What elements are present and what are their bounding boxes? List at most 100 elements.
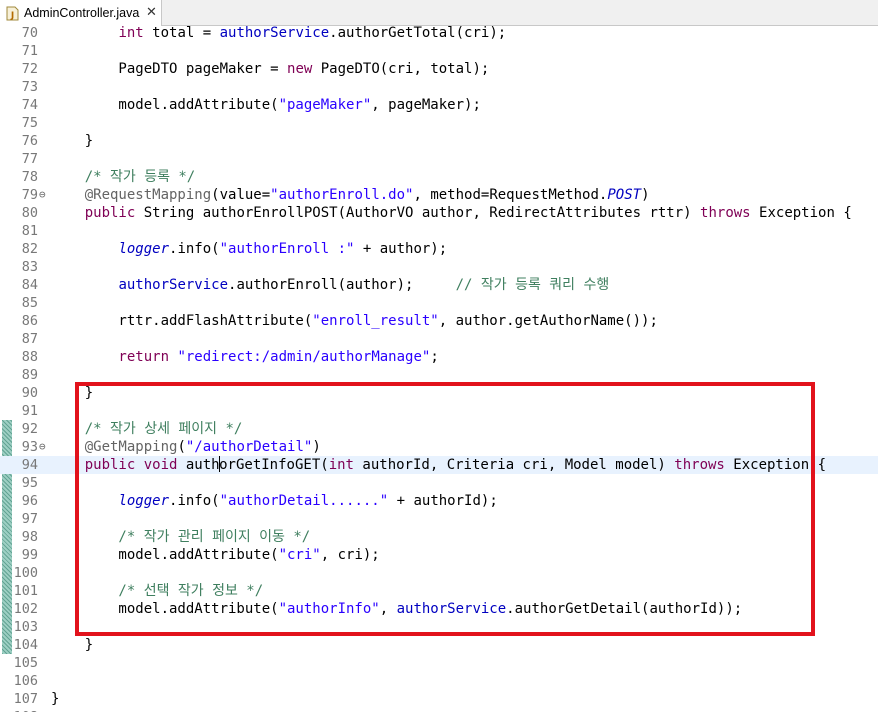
code-text[interactable]: PageDTO pageMaker = new PageDTO(cri, tot… (51, 60, 489, 78)
code-line-72[interactable]: 72 PageDTO pageMaker = new PageDTO(cri, … (0, 60, 878, 78)
code-text[interactable]: /* 작가 관리 페이지 이동 */ (51, 528, 310, 546)
code-line-101[interactable]: 101 /* 선택 작가 정보 */ (0, 582, 878, 600)
code-line-77[interactable]: 77 (0, 150, 878, 168)
code-text[interactable]: logger.info("authorDetail......" + autho… (51, 492, 497, 510)
code-token: int (328, 457, 354, 473)
code-text[interactable]: return "redirect:/admin/authorManage"; (51, 348, 439, 366)
code-token: "authorDetail......" (219, 493, 389, 509)
code-text[interactable]: } (51, 690, 59, 708)
code-line-100[interactable]: 100 (0, 564, 878, 582)
code-text[interactable]: model.addAttribute("authorInfo", authorS… (51, 600, 742, 618)
code-text[interactable]: public String authorEnrollPOST(AuthorVO … (51, 204, 852, 222)
code-text[interactable]: /* 작가 상세 페이지 */ (51, 420, 243, 438)
code-line-104[interactable]: 104 } (0, 636, 878, 654)
code-line-74[interactable]: 74 model.addAttribute("pageMaker", pageM… (0, 96, 878, 114)
close-tab-icon[interactable]: ✕ (146, 5, 157, 19)
code-line-94[interactable]: 94 public void authorGetInfoGET(int auth… (0, 456, 878, 474)
code-line-102[interactable]: 102 model.addAttribute("authorInfo", aut… (0, 600, 878, 618)
code-line-71[interactable]: 71 (0, 42, 878, 60)
code-editor[interactable]: 70 int total = authorService.authorGetTo… (0, 26, 878, 712)
code-line-99[interactable]: 99 model.addAttribute("cri", cri); (0, 546, 878, 564)
line-number: 73 (21, 79, 38, 95)
code-text[interactable]: rttr.addFlashAttribute("enroll_result", … (51, 312, 658, 330)
code-token: ) (641, 187, 650, 203)
code-token: PageDTO(cri, total); (312, 61, 490, 77)
code-text[interactable]: authorService.authorEnroll(author); // 작… (51, 276, 609, 294)
line-number: 70 (21, 26, 38, 41)
code-token: , author.getAuthorName()); (438, 313, 658, 329)
code-token: Exception { (750, 205, 852, 221)
code-token: } (51, 637, 94, 653)
line-number: 102 (13, 601, 38, 617)
code-text[interactable]: logger.info("authorEnroll :" + author); (51, 240, 447, 258)
code-text[interactable]: /* 선택 작가 정보 */ (51, 582, 263, 600)
code-token: model.addAttribute( (51, 601, 279, 617)
line-number: 108 (0, 708, 38, 712)
code-text[interactable]: @GetMapping("/authorDetail") (51, 438, 321, 456)
code-token: new (287, 61, 313, 77)
fold-collapse-icon[interactable]: ⊖ (39, 186, 46, 204)
code-line-73[interactable]: 73 (0, 78, 878, 96)
code-line-103[interactable]: 103 (0, 618, 878, 636)
code-text[interactable]: } (51, 636, 93, 654)
code-token: .authorGetTotal(cri); (329, 26, 507, 41)
code-token: return (51, 349, 170, 365)
line-number: 96 (21, 493, 38, 509)
code-line-97[interactable]: 97 (0, 510, 878, 528)
code-line-93[interactable]: 93 ⊖ @GetMapping("/authorDetail") (0, 438, 878, 456)
code-line-92[interactable]: 92 /* 작가 상세 페이지 */ (0, 420, 878, 438)
tab-admincontroller-java[interactable]: J AdminController.java ✕ (0, 0, 162, 26)
code-token: ) (312, 439, 321, 455)
code-line-95[interactable]: 95 (0, 474, 878, 492)
code-line-80[interactable]: 80 public String authorEnrollPOST(Author… (0, 204, 878, 222)
code-line-106[interactable]: 106 (0, 672, 878, 690)
code-line-75[interactable]: 75 (0, 114, 878, 132)
line-number: 97 (21, 511, 38, 527)
line-number: 90 (21, 385, 38, 401)
code-line-87[interactable]: 87 (0, 330, 878, 348)
code-line-98[interactable]: 98 /* 작가 관리 페이지 이동 */ (0, 528, 878, 546)
code-text[interactable]: int total = authorService.authorGetTotal… (51, 26, 506, 42)
line-number: 75 (21, 115, 38, 131)
code-text[interactable]: } (51, 384, 93, 402)
code-token: + author); (354, 241, 448, 257)
line-number: 72 (21, 61, 38, 77)
code-line-79[interactable]: 79 ⊖ @RequestMapping(value="authorEnroll.… (0, 186, 878, 204)
code-token: } (51, 691, 60, 707)
code-line-76[interactable]: 76 } (0, 132, 878, 150)
code-line-85[interactable]: 85 (0, 294, 878, 312)
code-line-70[interactable]: 70 int total = authorService.authorGetTo… (0, 26, 878, 42)
code-token: "pageMaker" (278, 97, 372, 113)
code-line-108[interactable]: 108 (0, 708, 878, 712)
code-line-90[interactable]: 90 } (0, 384, 878, 402)
code-text[interactable]: model.addAttribute("pageMaker", pageMake… (51, 96, 480, 114)
code-token: PageDTO pageMaker = (51, 61, 288, 77)
code-line-89[interactable]: 89 (0, 366, 878, 384)
code-token: rttr.addFlashAttribute( (51, 313, 313, 329)
code-line-82[interactable]: 82 logger.info("authorEnroll :" + author… (0, 240, 878, 258)
code-line-91[interactable]: 91 (0, 402, 878, 420)
code-line-83[interactable]: 83 (0, 258, 878, 276)
code-text[interactable]: public void authorGetInfoGET(int authorI… (51, 456, 826, 474)
code-token: total = (143, 26, 220, 41)
code-line-88[interactable]: 88 return "redirect:/admin/authorManage"… (0, 348, 878, 366)
code-line-105[interactable]: 105 (0, 654, 878, 672)
line-number: 86 (21, 313, 38, 329)
code-line-107[interactable]: 107} (0, 690, 878, 708)
code-line-78[interactable]: 78 /* 작가 등록 */ (0, 168, 878, 186)
fold-collapse-icon[interactable]: ⊖ (39, 438, 46, 456)
line-number: 93 (21, 439, 38, 455)
code-token: ; (430, 349, 439, 365)
code-text[interactable]: /* 작가 등록 */ (51, 168, 196, 186)
code-text[interactable]: model.addAttribute("cri", cri); (51, 546, 379, 564)
code-line-96[interactable]: 96 logger.info("authorDetail......" + au… (0, 492, 878, 510)
code-line-86[interactable]: 86 rttr.addFlashAttribute("enroll_result… (0, 312, 878, 330)
code-line-84[interactable]: 84 authorService.authorEnroll(author); /… (0, 276, 878, 294)
code-token: , (379, 601, 397, 617)
code-text[interactable]: @RequestMapping(value="authorEnroll.do",… (51, 186, 650, 204)
line-number: 79 (21, 187, 38, 203)
code-text[interactable]: } (51, 132, 93, 150)
code-line-81[interactable]: 81 (0, 222, 878, 240)
